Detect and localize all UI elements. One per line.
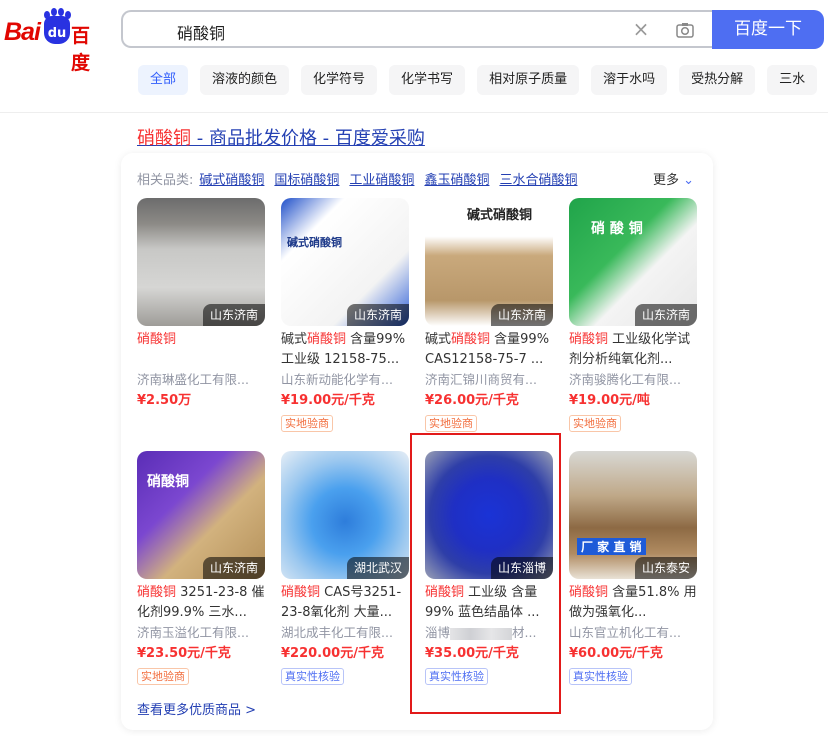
related-categories: 相关品类: 碱式硝酸铜 国标硝酸铜 工业硝酸铜 鑫玉硝酸铜 三水合硝酸铜 <box>137 169 587 188</box>
location-tag: 山东济南 <box>202 304 265 326</box>
view-more-link[interactable]: 查看更多优质商品 > <box>137 699 256 718</box>
product-item[interactable]: 硝 酸 铜 山东济南 硝酸铜 工业级化学试剂分析纯氧化剂... 济南骏腾化工有限… <box>569 198 697 432</box>
image-caption: 硝 酸 铜 <box>591 221 643 237</box>
authenticity-badge: 真实性核验 <box>569 668 632 685</box>
product-image[interactable]: 碱式硝酸铜 山东济南 <box>281 198 409 326</box>
query-tabs: 全部 溶液的颜色 化学符号 化学书写 相对原子质量 溶于水吗 受热分解 三水 <box>138 65 828 97</box>
tab-item[interactable]: 溶于水吗 <box>591 65 668 95</box>
price: ¥220.00元/千克 <box>281 646 384 661</box>
location-tag: 山东济南 <box>346 304 409 326</box>
tab-item[interactable]: 化学符号 <box>301 65 378 95</box>
baidu-logo[interactable]: Bai du 百度 <box>4 11 108 74</box>
related-link[interactable]: 国标硝酸铜 <box>274 173 339 188</box>
result-title-rest: - 商品批发价格 - 百度爱采购 <box>191 128 425 149</box>
location-tag: 山东济南 <box>490 304 553 326</box>
search-button[interactable]: 百度一下 <box>712 10 824 49</box>
search-box[interactable]: 硝酸铜 × <box>121 10 715 48</box>
product-image[interactable]: 碱式硝酸铜 山东济南 <box>425 198 553 326</box>
highlight-box <box>410 433 561 714</box>
location-tag: 山东济南 <box>634 304 697 326</box>
tab-item[interactable]: 化学书写 <box>389 65 466 95</box>
tab-item[interactable]: 溶液的颜色 <box>200 65 290 95</box>
product-title[interactable]: 硝酸铜 工业级化学试剂分析纯氧化剂... <box>569 330 697 370</box>
authenticity-badge: 真实性核验 <box>281 668 344 685</box>
product-image[interactable]: 硝酸铜 山东济南 <box>137 451 265 579</box>
tab-all[interactable]: 全部 <box>138 65 189 95</box>
logo-bai: Bai <box>4 18 41 46</box>
price: ¥26.00元/千克 <box>425 393 519 408</box>
verified-badge: 实地验商 <box>569 415 621 432</box>
related-link[interactable]: 工业硝酸铜 <box>349 173 414 188</box>
chevron-down-icon: ⌄ <box>683 173 695 188</box>
paw-icon: du <box>44 11 70 44</box>
price: ¥19.00元/千克 <box>281 393 375 408</box>
company-name[interactable]: 济南玉溢化工有限... <box>137 623 265 643</box>
result-title-keyword: 硝酸铜 <box>137 128 191 149</box>
more-button[interactable]: 更多 ⌄ <box>653 169 694 188</box>
price: ¥2.50万 <box>137 393 192 408</box>
close-icon[interactable]: × <box>631 19 651 40</box>
product-item[interactable]: 碱式硝酸铜 山东济南 碱式硝酸铜 含量99% CAS12158-75-7 ...… <box>425 198 553 432</box>
price: ¥60.00元/千克 <box>569 646 663 661</box>
product-title[interactable]: 碱式硝酸铜 含量99% CAS12158-75-7 ... <box>425 330 553 370</box>
tab-item[interactable]: 三水 <box>767 65 818 95</box>
location-tag: 山东泰安 <box>634 557 697 579</box>
product-title[interactable]: 硝酸铜 3251-23-8 催化剂99.9% 三水... <box>137 583 265 623</box>
result-title-link[interactable]: 硝酸铜 - 商品批发价格 - 百度爱采购 <box>137 124 425 150</box>
product-title[interactable]: 硝酸铜 含量51.8% 用做为强氧化... <box>569 583 697 623</box>
verified-badge: 实地验商 <box>425 415 477 432</box>
location-tag: 山东济南 <box>202 557 265 579</box>
company-name[interactable]: 济南汇锦川商贸有... <box>425 370 553 390</box>
location-tag: 湖北武汉 <box>346 557 409 579</box>
company-name[interactable]: 济南骏腾化工有限... <box>569 370 697 390</box>
product-image[interactable]: 厂 家 直 销 山东泰安 <box>569 451 697 579</box>
related-link[interactable]: 碱式硝酸铜 <box>199 173 264 188</box>
tab-item[interactable]: 相对原子质量 <box>477 65 580 95</box>
image-caption: 厂 家 直 销 <box>577 538 646 555</box>
company-name[interactable]: 山东官立机化工有... <box>569 623 697 643</box>
product-image[interactable]: 硝 酸 铜 山东济南 <box>569 198 697 326</box>
product-item[interactable]: 碱式硝酸铜 山东济南 碱式硝酸铜 含量99% 工业级 12158-75... 山… <box>281 198 409 432</box>
product-item[interactable]: 湖北武汉 硝酸铜 CAS号3251-23-8氧化剂 大量... 湖北成丰化工有限… <box>281 451 409 685</box>
product-title[interactable]: 硝酸铜 <box>137 330 265 370</box>
product-image[interactable]: 湖北武汉 <box>281 451 409 579</box>
product-title[interactable]: 硝酸铜 CAS号3251-23-8氧化剂 大量... <box>281 583 409 623</box>
related-link[interactable]: 鑫玉硝酸铜 <box>424 173 489 188</box>
image-caption: 硝酸铜 <box>147 474 189 490</box>
search-input[interactable]: 硝酸铜 <box>177 20 225 44</box>
product-item[interactable]: 硝酸铜 山东济南 硝酸铜 3251-23-8 催化剂99.9% 三水... 济南… <box>137 451 265 685</box>
product-item[interactable]: 厂 家 直 销 山东泰安 硝酸铜 含量51.8% 用做为强氧化... 山东官立机… <box>569 451 697 685</box>
more-label: 更多 <box>653 173 680 188</box>
verified-badge: 实地验商 <box>137 668 189 685</box>
related-link[interactable]: 三水合硝酸铜 <box>499 173 577 188</box>
related-label: 相关品类: <box>137 173 194 188</box>
product-image[interactable]: 山东济南 <box>137 198 265 326</box>
price: ¥19.00元/吨 <box>569 393 650 408</box>
company-name[interactable]: 济南琳盛化工有限... <box>137 370 265 390</box>
product-item[interactable]: 山东济南 硝酸铜 济南琳盛化工有限... ¥2.50万 <box>137 198 265 412</box>
tab-item[interactable]: 受热分解 <box>679 65 756 95</box>
product-title[interactable]: 碱式硝酸铜 含量99% 工业级 12158-75... <box>281 330 409 370</box>
verified-badge: 实地验商 <box>281 415 333 432</box>
company-name[interactable]: 湖北成丰化工有限... <box>281 623 409 643</box>
image-caption: 碱式硝酸铜 <box>467 208 533 223</box>
company-name[interactable]: 山东新动能化学有... <box>281 370 409 390</box>
price: ¥23.50元/千克 <box>137 646 231 661</box>
header: Bai du 百度 硝酸铜 × 百度一下 全部 溶液的颜色 化学符号 化学书写 相对原子… <box>0 0 828 113</box>
logo-cn: 百度 <box>71 25 91 74</box>
camera-icon[interactable] <box>675 20 695 40</box>
image-caption: 碱式硝酸铜 <box>287 236 342 249</box>
